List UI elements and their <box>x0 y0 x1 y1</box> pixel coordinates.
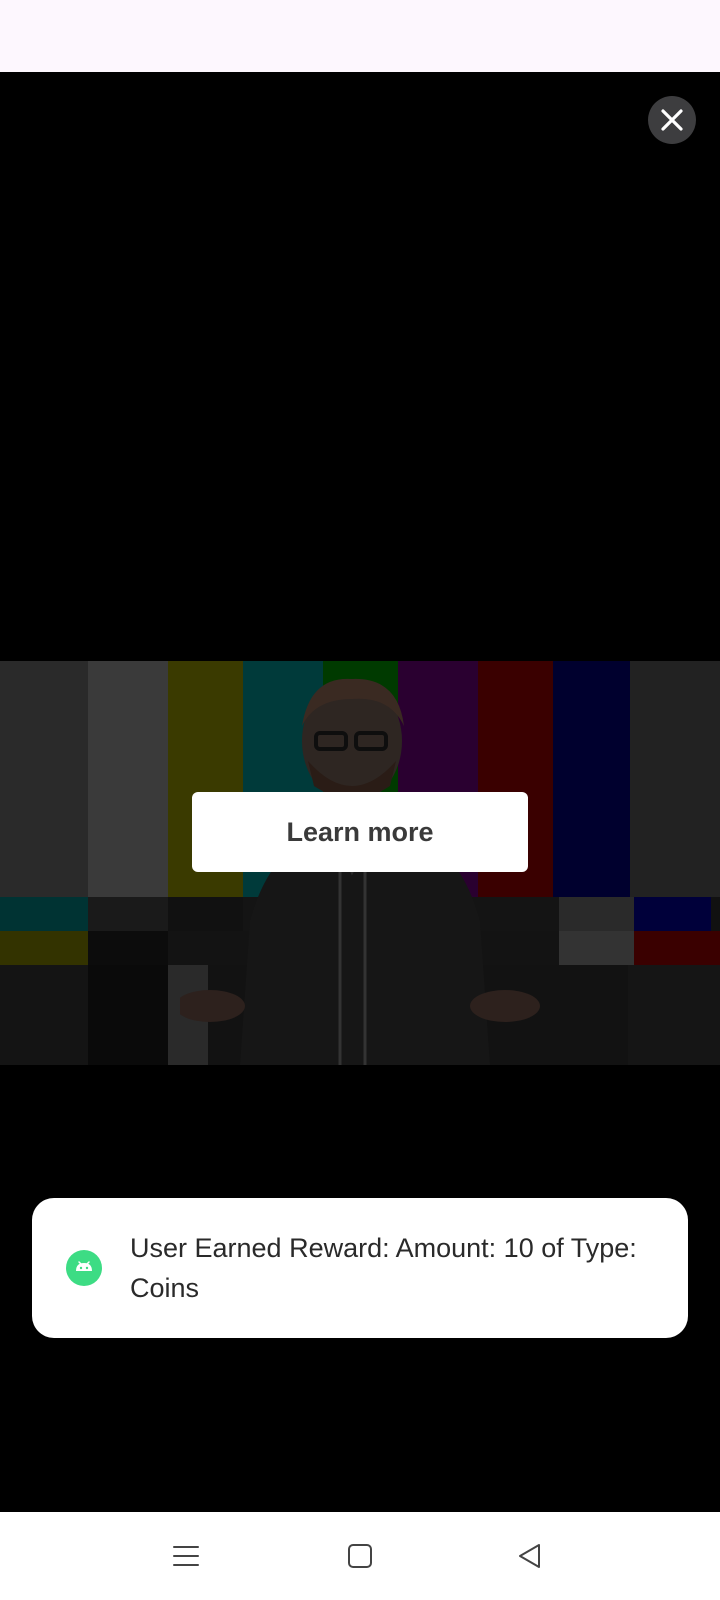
menu-icon <box>173 1546 199 1566</box>
home-button[interactable] <box>338 1534 382 1578</box>
rewarded-ad-container: Learn more User Earned Reward: Amount: 1… <box>0 72 720 1512</box>
android-icon <box>66 1250 102 1286</box>
back-button[interactable] <box>508 1534 552 1578</box>
close-ad-button[interactable] <box>648 96 696 144</box>
reward-toast: User Earned Reward: Amount: 10 of Type: … <box>32 1198 688 1338</box>
learn-more-button[interactable]: Learn more <box>192 792 528 872</box>
toast-message: User Earned Reward: Amount: 10 of Type: … <box>130 1233 637 1303</box>
home-icon <box>348 1544 372 1568</box>
recent-apps-button[interactable] <box>164 1534 208 1578</box>
back-icon <box>519 1544 540 1568</box>
status-bar <box>0 0 720 72</box>
close-icon <box>661 109 683 131</box>
system-navigation-bar <box>0 1512 720 1600</box>
